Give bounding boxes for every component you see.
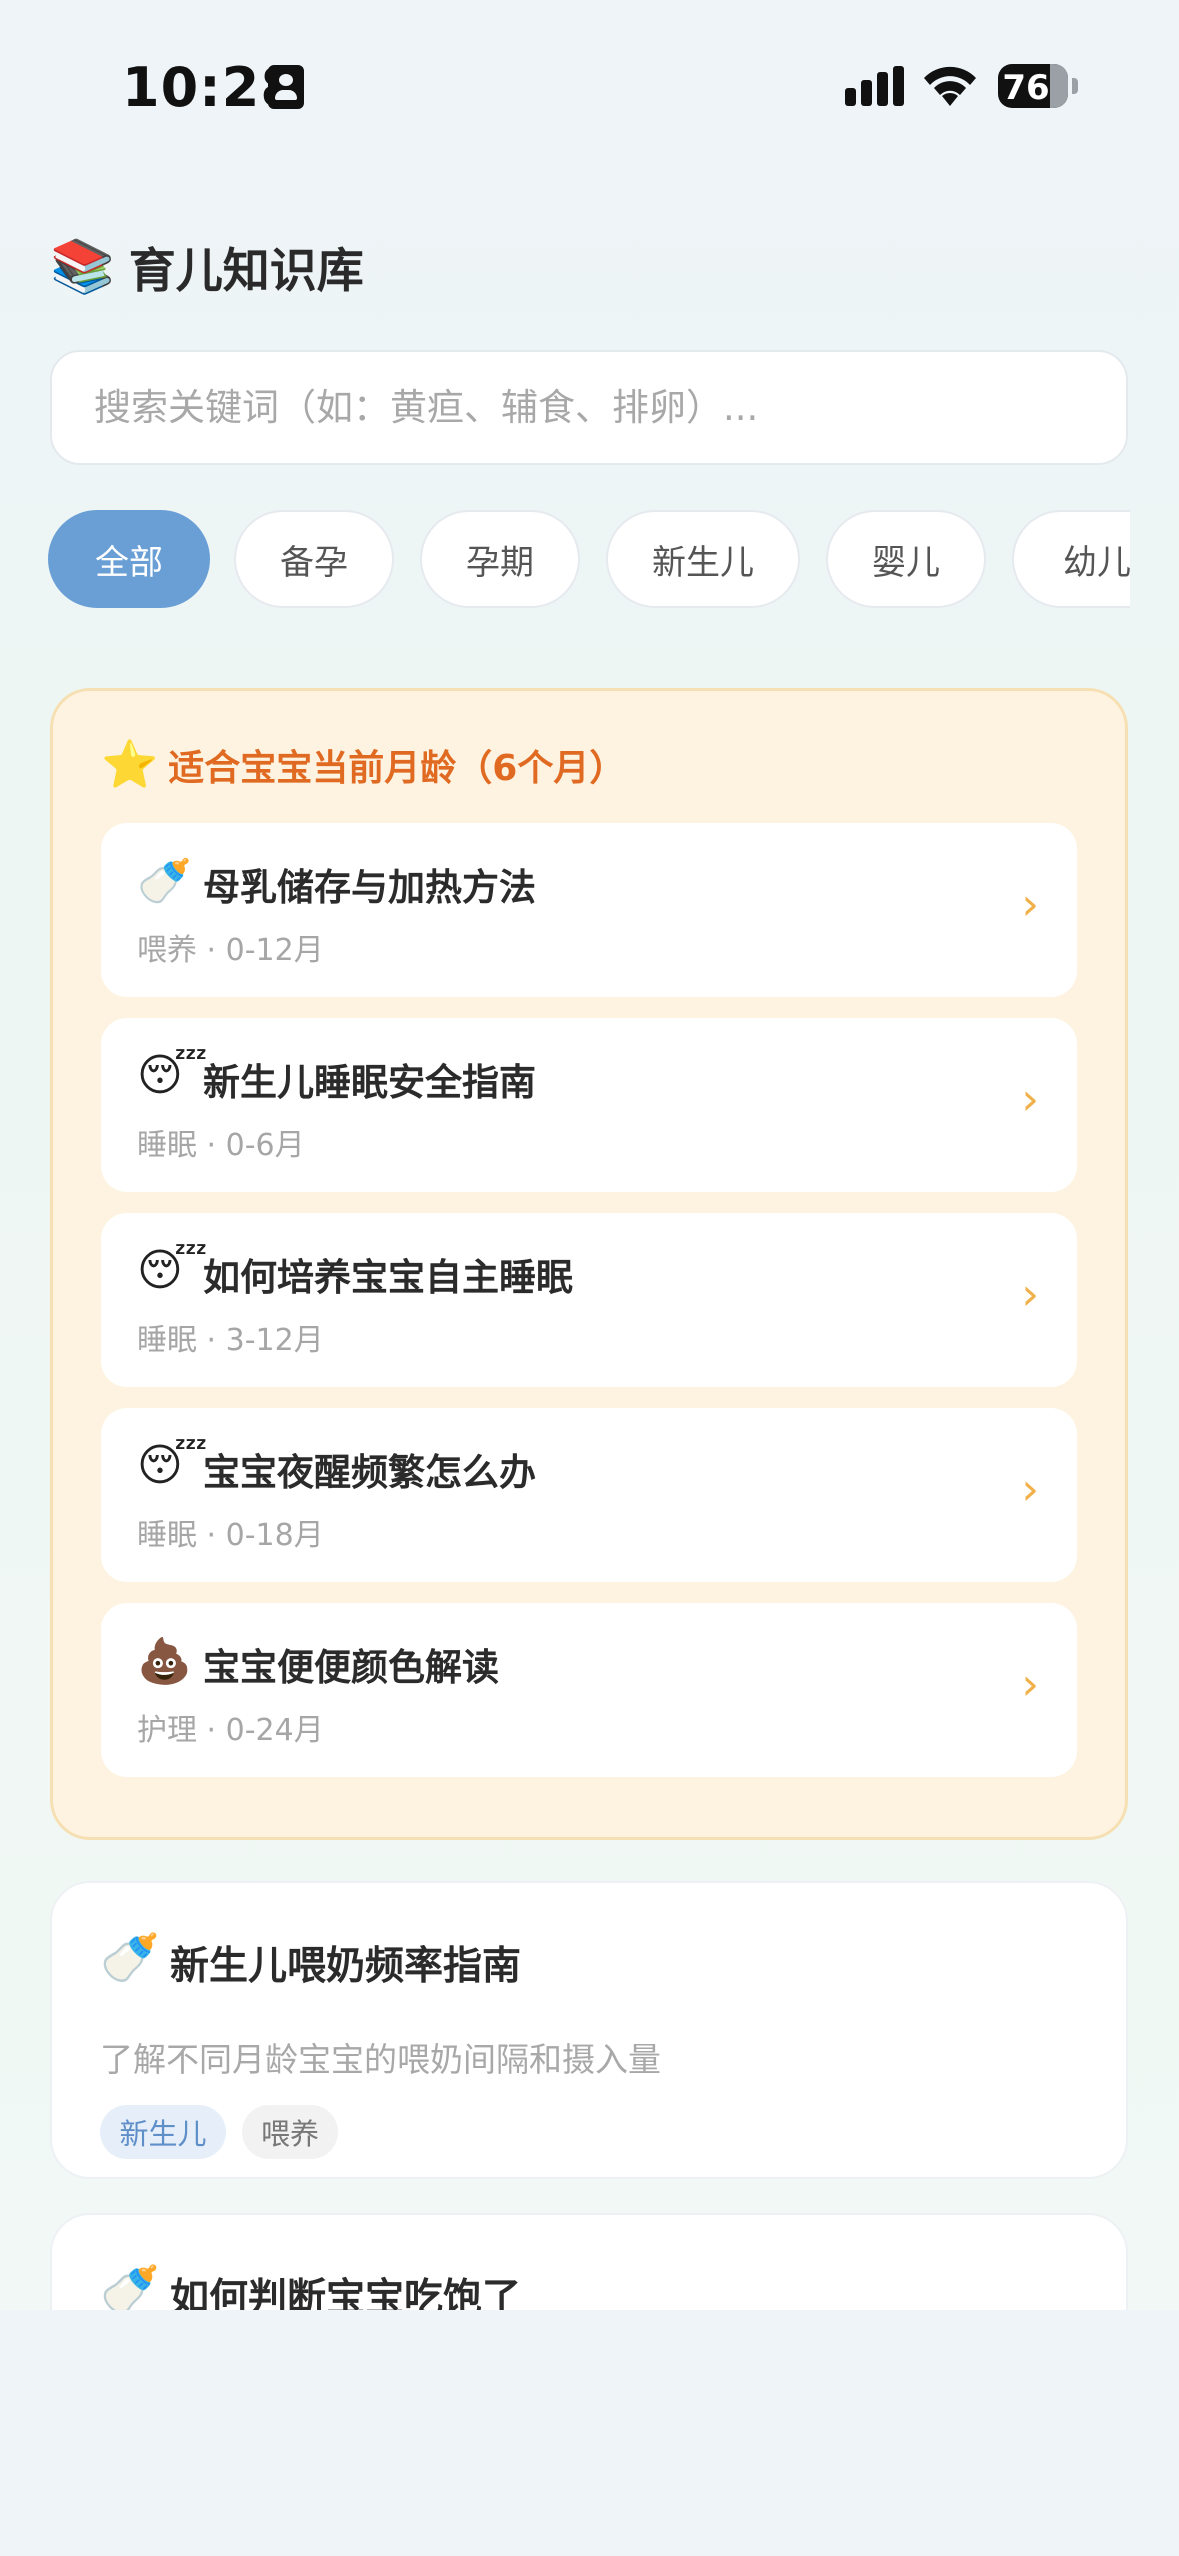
recommended-item-title: 如何培养宝宝自主睡眠	[203, 1256, 573, 1299]
page-title: 育儿知识库	[128, 244, 364, 299]
filter-chip-newborn[interactable]: 新生儿	[606, 510, 800, 608]
wifi-icon	[924, 66, 976, 106]
recommended-item-meta: 睡眠 · 0-6月	[137, 1128, 305, 1163]
recommended-item-title: 母乳储存与加热方法	[203, 866, 536, 909]
chevron-right-icon: ›	[1021, 1269, 1039, 1320]
article-title: 如何判断宝宝吃饱了	[170, 2276, 522, 2310]
recommended-item-meta: 睡眠 · 0-18月	[137, 1518, 324, 1553]
search-input[interactable]	[52, 352, 1126, 463]
recommended-item[interactable]: 😴 宝宝夜醒频繁怎么办 睡眠 · 0-18月 ›	[101, 1408, 1077, 1582]
chevron-right-icon: ›	[1021, 1464, 1039, 1515]
app-screen: 10:28 76 📚 育儿知识库 全部 备孕 孕期 新生儿 婴儿	[0, 0, 1179, 2310]
recommended-item-meta: 喂养 · 0-12月	[137, 933, 324, 968]
recommended-section: ⭐ 适合宝宝当前月龄（6个月） 🍼 母乳储存与加热方法 喂养 · 0-12月 ›…	[50, 688, 1128, 1840]
recommended-item-meta: 护理 · 0-24月	[137, 1713, 324, 1748]
status-bar: 10:28 76	[0, 0, 1179, 175]
category-filter-bar[interactable]: 全部 备孕 孕期 新生儿 婴儿 幼儿	[48, 510, 1130, 610]
recommended-item-title: 新生儿睡眠安全指南	[203, 1061, 536, 1104]
recommended-item-title: 宝宝便便颜色解读	[203, 1646, 499, 1689]
article-card[interactable]: 🍼 如何判断宝宝吃饱了	[50, 2213, 1128, 2310]
search-box	[50, 350, 1128, 465]
baby-bottle-icon: 🍼	[137, 856, 192, 907]
books-icon: 📚	[50, 237, 115, 297]
article-card[interactable]: 🍼 新生儿喂奶频率指南 了解不同月龄宝宝的喂奶间隔和摄入量 新生儿 喂养	[50, 1881, 1128, 2179]
recommended-item[interactable]: 😴 如何培养宝宝自主睡眠 睡眠 · 3-12月 ›	[101, 1213, 1077, 1387]
filter-chip-pregnancy[interactable]: 孕期	[420, 510, 580, 608]
chevron-right-icon: ›	[1021, 1659, 1039, 1710]
filter-chip-toddler[interactable]: 幼儿	[1012, 510, 1130, 608]
filter-chip-pre-pregnancy[interactable]: 备孕	[234, 510, 394, 608]
battery-icon: 76	[998, 64, 1068, 108]
recommended-item[interactable]: 💩 宝宝便便颜色解读 护理 · 0-24月 ›	[101, 1603, 1077, 1777]
chevron-right-icon: ›	[1021, 879, 1039, 930]
contact-card-icon	[268, 65, 304, 109]
article-title: 新生儿喂奶频率指南	[170, 1944, 522, 1989]
recommended-item[interactable]: 😴 新生儿睡眠安全指南 睡眠 · 0-6月 ›	[101, 1018, 1077, 1192]
baby-bottle-icon: 🍼	[100, 2262, 160, 2310]
article-tag-stage: 新生儿	[100, 2105, 226, 2159]
article-description: 了解不同月龄宝宝的喂奶间隔和摄入量	[100, 2040, 661, 2079]
poop-icon: 💩	[137, 1636, 192, 1687]
filter-chip-infant[interactable]: 婴儿	[826, 510, 986, 608]
article-tag-category: 喂养	[242, 2105, 338, 2159]
battery-tip	[1072, 78, 1078, 94]
baby-bottle-icon: 🍼	[100, 1930, 160, 1986]
sleeping-face-icon: 😴	[137, 1050, 208, 1101]
recommended-item-title: 宝宝夜醒频繁怎么办	[203, 1451, 536, 1494]
chevron-right-icon: ›	[1021, 1074, 1039, 1125]
recommended-item-meta: 睡眠 · 3-12月	[137, 1323, 324, 1358]
battery-level: 76	[1002, 68, 1050, 108]
filter-chip-all[interactable]: 全部	[48, 510, 210, 608]
recommended-header: ⭐ 适合宝宝当前月龄（6个月）	[101, 737, 625, 792]
signal-icon	[845, 66, 905, 106]
recommended-title: 适合宝宝当前月龄（6个月）	[168, 747, 626, 789]
recommended-item[interactable]: 🍼 母乳储存与加热方法 喂养 · 0-12月 ›	[101, 823, 1077, 997]
page-header: 📚 育儿知识库	[50, 232, 364, 301]
sleeping-face-icon: 😴	[137, 1440, 208, 1491]
star-icon: ⭐	[101, 737, 159, 791]
sleeping-face-icon: 😴	[137, 1245, 208, 1296]
